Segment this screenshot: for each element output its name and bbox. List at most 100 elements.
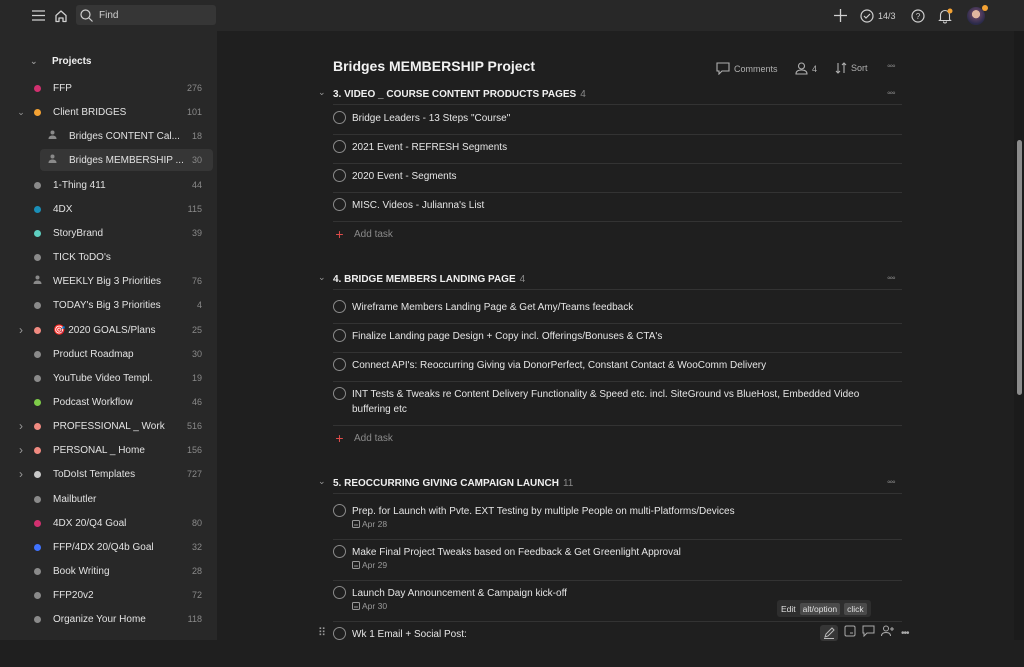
task-more-icon[interactable]: •••: [901, 628, 909, 639]
task-title: Make Final Project Tweaks based on Feedb…: [352, 547, 681, 558]
section-collapse-chevron-icon[interactable]: ⌄: [318, 476, 326, 487]
sidebar-item-label: ToDoIst Templates: [53, 468, 136, 480]
sidebar-item[interactable]: Bridges CONTENT Cal... 18: [0, 125, 217, 147]
sidebar-item[interactable]: Product Roadmap 30: [0, 343, 217, 365]
shared-person-icon: [48, 130, 57, 142]
sidebar-item-count: 46: [191, 397, 202, 407]
chevron-right-icon[interactable]: ›: [16, 419, 26, 433]
project-color-dot: [34, 495, 41, 503]
task-checkbox[interactable]: [333, 504, 346, 517]
section-task-count: 4: [580, 89, 586, 100]
task-checkbox[interactable]: [333, 111, 346, 124]
chevron-down-icon[interactable]: ⌄: [16, 107, 26, 118]
sidebar-item[interactable]: 4DX 20/Q4 Goal 80: [0, 512, 217, 534]
sidebar-item[interactable]: StoryBrand 39: [0, 222, 217, 244]
section-title-text: 4. BRIDGE MEMBERS LANDING PAGE: [333, 274, 516, 285]
sort-button[interactable]: Sort: [835, 62, 868, 74]
karma-button[interactable]: 14/3: [860, 0, 900, 31]
task-checkbox[interactable]: [333, 140, 346, 153]
section-task-count: 4: [519, 274, 526, 285]
plus-icon: +: [335, 430, 344, 446]
notifications-bell-icon[interactable]: [936, 0, 954, 31]
sidebar-item-count: 72: [191, 590, 202, 600]
task-checkbox[interactable]: [333, 586, 346, 599]
task-checkbox[interactable]: [333, 545, 346, 558]
project-color-dot: [34, 350, 41, 358]
section-more-icon[interactable]: ◦◦◦: [887, 477, 896, 488]
sidebar-item[interactable]: › PERSONAL _ Home 156: [0, 439, 217, 461]
task-checkbox[interactable]: [333, 329, 346, 342]
user-avatar[interactable]: [965, 0, 988, 31]
help-icon[interactable]: ?: [910, 0, 926, 31]
add-task-icon[interactable]: [832, 0, 848, 31]
section-more-icon[interactable]: ◦◦◦: [887, 273, 896, 284]
sidebar-item[interactable]: Bridges MEMBERSHIP ... 30: [0, 149, 217, 171]
task-row[interactable]: Wk 1 Email + Social Post:: [333, 626, 903, 667]
sidebar-item[interactable]: TICK ToDO's: [0, 246, 217, 268]
project-more-icon[interactable]: ◦◦◦: [887, 61, 896, 72]
sidebar-item[interactable]: Mailbutler: [0, 488, 217, 510]
sidebar-item[interactable]: FFP/4DX 20/Q4b Goal 32: [0, 536, 217, 558]
sidebar-item[interactable]: WEEKLY Big 3 Priorities 76: [0, 270, 217, 292]
scrollbar-thumb[interactable]: [1017, 140, 1022, 395]
sidebar-item-count: 30: [191, 349, 202, 359]
sidebar-item[interactable]: FFP 276: [0, 77, 217, 99]
chevron-right-icon[interactable]: ›: [16, 323, 26, 337]
chevron-right-icon[interactable]: ›: [16, 443, 26, 457]
sidebar-item[interactable]: 1-Thing 411 44: [0, 174, 217, 196]
edit-pencil-icon[interactable]: [820, 625, 838, 641]
section-title-text: 5. REOCCURRING GIVING CAMPAIGN LAUNCH: [333, 478, 559, 489]
sidebar-item[interactable]: TODAY's Big 3 Priorities 4: [0, 294, 217, 316]
task-divider: [333, 621, 902, 622]
task-checkbox[interactable]: [333, 198, 346, 211]
project-color-dot: [34, 615, 41, 623]
search-input[interactable]: Find: [76, 5, 216, 25]
comment-task-icon[interactable]: [862, 624, 875, 642]
sidebar-item[interactable]: Podcast Workflow 46: [0, 391, 217, 413]
task-checkbox[interactable]: [333, 387, 346, 400]
sidebar-item[interactable]: › ToDoIst Templates 727: [0, 463, 217, 485]
projects-header[interactable]: ⌄ Projects: [30, 56, 91, 67]
drag-handle-icon[interactable]: ⠿: [318, 626, 326, 639]
sidebar-item[interactable]: Book Writing 28: [0, 560, 217, 582]
sidebar-item-count: 18: [191, 131, 202, 141]
tooltip-label: Edit: [781, 603, 796, 614]
home-icon[interactable]: [53, 0, 69, 31]
sidebar-item-count: 101: [186, 107, 202, 117]
sidebar-item-label: 🎯 2020 GOALS/Plans: [53, 324, 156, 336]
share-people-button[interactable]: 4: [795, 62, 817, 75]
sidebar-item-label: YouTube Video Templ.: [53, 372, 153, 384]
section-collapse-chevron-icon[interactable]: ⌄: [318, 272, 326, 283]
add-task-button[interactable]: + Add task: [333, 226, 393, 242]
project-color-dot: [34, 398, 41, 406]
task-checkbox[interactable]: [333, 169, 346, 182]
project-color-dot: [34, 108, 41, 116]
schedule-icon[interactable]: [844, 624, 856, 642]
task-row[interactable]: Prep. for Launch with Pvte. EXT Testing …: [333, 503, 903, 544]
comments-button[interactable]: Comments: [716, 62, 778, 75]
task-checkbox[interactable]: [333, 300, 346, 313]
sidebar-item[interactable]: 4DX 115: [0, 198, 217, 220]
task-divider: [333, 425, 902, 426]
task-checkbox[interactable]: [333, 358, 346, 371]
task-checkbox[interactable]: [333, 627, 346, 640]
assign-user-icon[interactable]: [881, 624, 895, 642]
menu-icon[interactable]: [30, 0, 46, 31]
section-task-count: 11: [562, 478, 574, 489]
sidebar-item[interactable]: Organize Your Home 118: [0, 608, 217, 630]
sidebar-item[interactable]: ⌄ Client BRIDGES 101: [0, 101, 217, 123]
svg-text:?: ?: [916, 12, 921, 21]
section-collapse-chevron-icon[interactable]: ⌄: [318, 87, 326, 98]
task-row[interactable]: INT Tests & Tweaks re Content Delivery F…: [333, 386, 903, 430]
section-more-icon[interactable]: ◦◦◦: [887, 88, 896, 99]
sidebar-item-count: 39: [191, 228, 202, 238]
task-row[interactable]: Make Final Project Tweaks based on Feedb…: [333, 544, 903, 585]
sidebar-item[interactable]: YouTube Video Templ. 19: [0, 367, 217, 389]
task-due-date: Apr 29: [352, 560, 387, 570]
task-title: 2021 Event - REFRESH Segments: [352, 142, 508, 153]
chevron-right-icon[interactable]: ›: [16, 467, 26, 481]
sidebar-item[interactable]: › 🎯 2020 GOALS/Plans 25: [0, 319, 217, 341]
add-task-button[interactable]: + Add task: [333, 430, 393, 446]
sidebar-item[interactable]: FFP20v2 72: [0, 584, 217, 606]
sidebar-item[interactable]: › PROFESSIONAL _ Work 516: [0, 415, 217, 437]
